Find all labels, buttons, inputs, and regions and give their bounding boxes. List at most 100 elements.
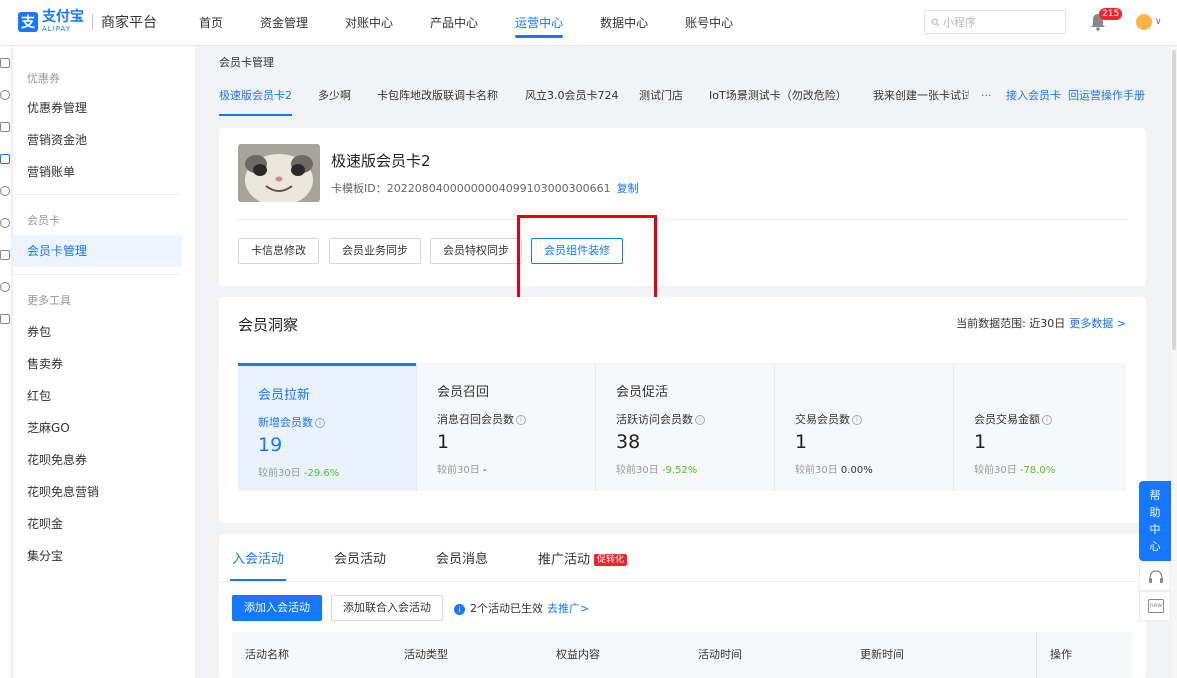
- notification-badge: 215: [1099, 8, 1123, 20]
- info-icon[interactable]: i: [315, 418, 325, 428]
- tab-card-5[interactable]: 测试门店: [639, 80, 683, 112]
- sidebar-item-zhima-go[interactable]: 芝麻GO: [13, 412, 182, 444]
- col-actions: 操作: [1050, 648, 1072, 661]
- hot-badge: 促转化: [594, 554, 628, 566]
- sidebar-divider: [13, 274, 182, 275]
- rail-icon-4[interactable]: [0, 154, 10, 164]
- add-join-activity-button[interactable]: 添加入会活动: [232, 595, 322, 621]
- member-component-decoration-button[interactable]: 会员组件装修: [531, 238, 623, 264]
- tab-card-4[interactable]: 风立3.0会员卡724: [525, 80, 619, 112]
- tab-card-7[interactable]: 我来创建一张卡试试: [873, 80, 969, 112]
- help-center-button[interactable]: 帮助中心: [1139, 481, 1171, 561]
- sidebar-group-member-card: 会员卡: [27, 214, 60, 227]
- edit-card-info-button[interactable]: 卡信息修改: [238, 238, 319, 264]
- sidebar-item-sell-coupon[interactable]: 售卖券: [13, 348, 182, 380]
- metrics-row: 会员拉新 新增会员数 i 19 较前30日 -29.6% 会员召回 消息召回会员数…: [238, 363, 1126, 491]
- connect-member-card-link[interactable]: 接入会员卡: [1006, 80, 1061, 112]
- nav-products[interactable]: 产品中心: [430, 0, 478, 46]
- metric-active-members[interactable]: 会员促活 活跃访问会员数 i 38 较前30日 -9.52%: [596, 363, 774, 491]
- tab-fade: [963, 80, 977, 112]
- metric-compare: 较前30日 0.00%: [795, 465, 873, 476]
- alipay-logo[interactable]: 支 支付宝 ALIPAY 商家平台: [18, 10, 157, 34]
- tab-card-1[interactable]: 极速版会员卡2: [219, 80, 292, 116]
- rail-icon-5[interactable]: [0, 186, 10, 196]
- sync-member-privilege-button[interactable]: 会员特权同步: [430, 238, 522, 264]
- main-nav: 首页 资金管理 对账中心 产品中心 运营中心 数据中心 账号中心: [199, 0, 770, 46]
- tab-card-2[interactable]: 多少啊: [318, 80, 351, 112]
- col-activity-time: 活动时间: [698, 648, 742, 661]
- rail-icon-9[interactable]: [0, 314, 10, 324]
- metric-label: 会员交易金额 i: [974, 411, 1052, 427]
- tab-card-6[interactable]: IoT场景测试卡（勿改危险）: [709, 80, 847, 112]
- chevron-down-icon[interactable]: ∨: [1155, 17, 1162, 27]
- metric-category: 会员拉新: [258, 388, 311, 403]
- nav-operations[interactable]: 运营中心: [515, 0, 564, 46]
- sidebar-divider: [13, 194, 182, 195]
- rail-icon-7[interactable]: [0, 250, 10, 260]
- metric-trade-members[interactable]: 交易会员数 i 1 较前30日 0.00%: [775, 363, 953, 491]
- logo-divider: [92, 14, 93, 30]
- card-cover-image: [238, 144, 320, 202]
- metric-recall-members[interactable]: 会员召回 消息召回会员数 i 1 较前30日 -: [417, 363, 595, 491]
- customer-service-icon[interactable]: [1139, 561, 1171, 591]
- tab-promotion[interactable]: 推广活动 促转化: [538, 548, 628, 573]
- tab-underline: [219, 581, 1146, 582]
- info-icon[interactable]: i: [695, 415, 705, 425]
- info-icon[interactable]: i: [1042, 415, 1052, 425]
- nav-account[interactable]: 账号中心: [685, 0, 733, 46]
- data-range: 当前数据范围: 近30日 更多数据 >: [956, 315, 1126, 331]
- metric-label: 交易会员数 i: [795, 411, 862, 427]
- sidebar-item-red-packet[interactable]: 红包: [13, 380, 182, 412]
- scrollbar-thumb[interactable]: [1172, 50, 1176, 350]
- sidebar-item-fund-pool[interactable]: 营销资金池: [13, 124, 182, 156]
- nav-reconciliation[interactable]: 对账中心: [345, 0, 393, 46]
- sidebar-item-member-card-manage[interactable]: 会员卡管理: [13, 235, 182, 267]
- new-feature-icon[interactable]: new: [1139, 591, 1171, 621]
- rail-icon-8[interactable]: [0, 282, 10, 292]
- col-benefit: 权益内容: [556, 648, 600, 661]
- nav-funds[interactable]: 资金管理: [260, 0, 308, 46]
- add-joint-join-activity-button[interactable]: 添加联合入会活动: [331, 595, 443, 621]
- rail-icon-2[interactable]: [0, 90, 10, 100]
- operation-manual-link[interactable]: 回运营操作手册: [1068, 80, 1145, 112]
- sidebar-item-huabei-gold[interactable]: 花呗金: [13, 508, 182, 540]
- tab-member-activity[interactable]: 会员活动: [334, 548, 386, 572]
- sidebar-item-jifenbao[interactable]: 集分宝: [13, 540, 182, 572]
- search-box[interactable]: [924, 10, 1066, 34]
- sidebar-item-bill[interactable]: 营销账单: [13, 156, 182, 188]
- metric-new-members[interactable]: 会员拉新 新增会员数 i 19 较前30日 -29.6%: [238, 363, 416, 491]
- user-avatar[interactable]: [1136, 14, 1152, 30]
- search-input[interactable]: [943, 15, 1053, 29]
- sidebar-item-huabei-marketing[interactable]: 花呗免息营销: [13, 476, 182, 508]
- card-divider: [238, 219, 1127, 220]
- sidebar-item-coupon-pack[interactable]: 券包: [13, 316, 182, 348]
- rail-icon-6[interactable]: [0, 218, 10, 228]
- tab-more-icon[interactable]: ···: [981, 80, 992, 112]
- tab-join-activity[interactable]: 入会活动: [229, 548, 287, 581]
- rail-icon-3[interactable]: [0, 122, 10, 132]
- info-icon[interactable]: i: [516, 415, 526, 425]
- go-promote-link[interactable]: 去推广>: [547, 602, 589, 615]
- activity-tabs: 入会活动 会员活动 会员消息 推广活动 促转化: [219, 548, 1146, 582]
- tab-card-3[interactable]: 卡包阵地改版联调卡名称: [377, 80, 498, 112]
- metric-compare: 较前30日 -78.0%: [974, 465, 1056, 476]
- more-data-link[interactable]: 更多数据 >: [1069, 317, 1126, 330]
- table-header: 活动名称 活动类型 权益内容 活动时间 更新时间 操作: [232, 632, 1133, 678]
- copy-link[interactable]: 复制: [617, 182, 639, 195]
- info-icon[interactable]: i: [852, 415, 862, 425]
- metric-label: 新增会员数 i: [258, 414, 325, 430]
- tab-member-message[interactable]: 会员消息: [436, 548, 488, 572]
- template-id: 卡模板ID：2022080400000000409910300030066​1 复…: [331, 180, 639, 196]
- col-activity-name: 活动名称: [245, 648, 289, 661]
- sidebar-item-coupon-manage[interactable]: 优惠券管理: [13, 92, 182, 124]
- sync-member-business-button[interactable]: 会员业务同步: [329, 238, 421, 264]
- nav-home[interactable]: 首页: [199, 0, 223, 46]
- card-title: 极速版会员卡2: [331, 152, 431, 170]
- metric-trade-amount[interactable]: 会员交易金额 i 1 较前30日 -78.0%: [954, 363, 1126, 491]
- metric-label: 消息召回会员数 i: [437, 411, 526, 427]
- metric-compare: 较前30日 -9.52%: [616, 465, 698, 476]
- sidebar-item-huabei-coupon[interactable]: 花呗免息券: [13, 444, 182, 476]
- metric-compare: 较前30日 -: [437, 465, 487, 476]
- nav-data[interactable]: 数据中心: [600, 0, 648, 46]
- rail-icon-1[interactable]: [0, 58, 10, 68]
